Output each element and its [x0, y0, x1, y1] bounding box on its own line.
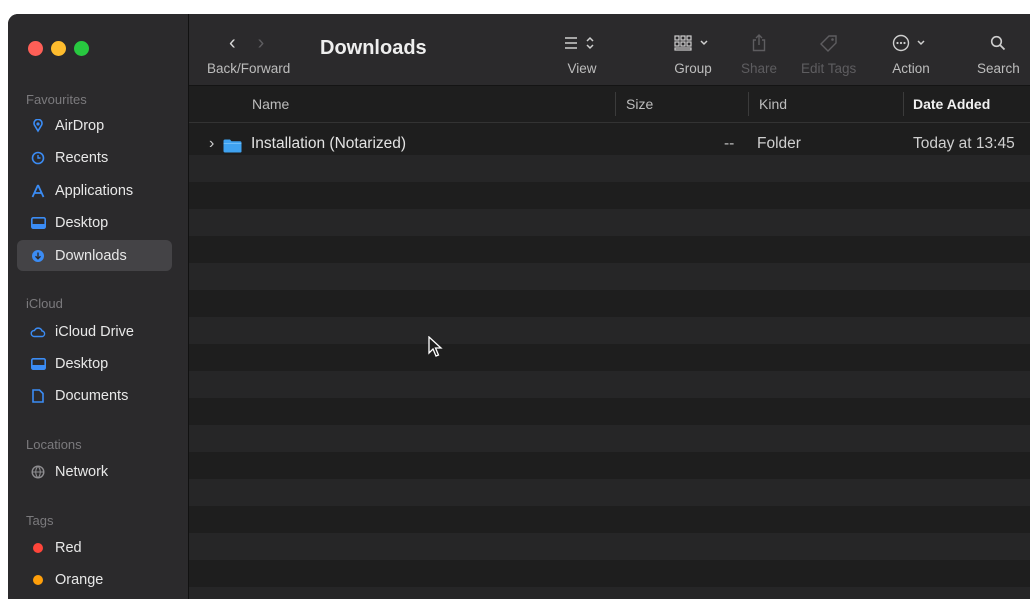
minimize-button[interactable] [51, 41, 66, 56]
sidebar-item-label: Desktop [55, 214, 109, 231]
applications-icon [27, 184, 49, 198]
table-row[interactable]: › Installation (Notarized) -- Folder Tod… [189, 128, 1030, 160]
back-chevron-icon[interactable]: ‹ [229, 32, 236, 55]
close-button[interactable] [28, 41, 43, 56]
tag-icon [819, 28, 839, 58]
toolbar: ‹ › Back/Forward Downloads View Group Sh… [189, 14, 1030, 86]
section-icloud: iCloud [26, 296, 63, 311]
sidebar-item-airdrop[interactable]: AirDrop [17, 110, 172, 141]
list-view-icon [563, 28, 601, 58]
network-icon [27, 464, 49, 479]
sidebar-item-label: Recents [55, 149, 109, 166]
share-label: Share [741, 61, 778, 76]
sidebar-item-tag-orange[interactable]: Orange [17, 564, 172, 595]
sidebar-item-label: Documents [55, 387, 129, 404]
sidebar-item-label: Red [55, 539, 82, 556]
sidebar-item-label: iCloud Drive [55, 323, 134, 340]
sidebar-item-label: Applications [55, 182, 134, 199]
file-size: -- [724, 135, 735, 152]
group-button[interactable]: Group [673, 28, 713, 76]
disclosure-chevron-icon[interactable]: › [209, 135, 214, 153]
cloud-icon [27, 326, 49, 338]
file-date-added: Today at 13:45 [913, 135, 1015, 152]
sidebar-item-label: Desktop [55, 355, 109, 372]
download-icon [27, 249, 49, 263]
action-button[interactable]: Action [891, 28, 931, 76]
sidebar: Favourites AirDrop Recents Applications … [8, 14, 189, 599]
section-favourites: Favourites [26, 92, 87, 107]
column-separator[interactable] [748, 92, 749, 116]
action-label: Action [892, 61, 930, 76]
column-date-added[interactable]: Date Added [913, 86, 990, 122]
file-name: Installation (Notarized) [251, 135, 407, 152]
sidebar-item-recents[interactable]: Recents [17, 142, 172, 173]
sidebar-item-tag-red[interactable]: Red [17, 532, 172, 563]
document-icon [27, 388, 49, 403]
section-locations: Locations [26, 437, 82, 452]
list-stripe [189, 479, 1030, 506]
sidebar-item-network[interactable]: Network [17, 456, 172, 487]
sidebar-item-applications[interactable]: Applications [17, 175, 172, 206]
column-header: Name Size Kind Date Added [189, 86, 1030, 123]
group-grid-icon [673, 28, 713, 58]
search-label: Search [977, 61, 1020, 76]
desktop-icon [27, 357, 49, 370]
search-button[interactable]: Search [977, 28, 1020, 76]
list-stripe [189, 209, 1030, 236]
mouse-cursor-icon [428, 335, 444, 363]
column-size[interactable]: Size [626, 86, 653, 122]
group-label: Group [674, 61, 712, 76]
tag-orange-dot-icon [27, 574, 49, 585]
sidebar-item-desktop[interactable]: Desktop [17, 207, 172, 238]
list-stripe [189, 587, 1030, 599]
ellipsis-circle-icon [891, 28, 931, 58]
search-icon [990, 28, 1006, 58]
column-separator[interactable] [615, 92, 616, 116]
tag-red-dot-icon [27, 542, 49, 553]
back-forward-label: Back/Forward [207, 61, 291, 76]
clock-icon [27, 151, 49, 165]
list-stripe [189, 317, 1030, 344]
view-label: View [567, 61, 597, 76]
file-list[interactable]: › Installation (Notarized) -- Folder Tod… [189, 123, 1030, 599]
sidebar-item-icloud-desktop[interactable]: Desktop [17, 348, 172, 379]
column-name[interactable]: Name [252, 86, 289, 122]
sidebar-item-label: AirDrop [55, 117, 105, 134]
back-forward-control[interactable]: ‹ › Back/Forward [207, 28, 291, 77]
file-kind: Folder [757, 135, 801, 152]
window-title: Downloads [320, 37, 427, 59]
folder-icon [223, 139, 242, 153]
view-button[interactable]: View [563, 28, 601, 76]
sidebar-item-documents[interactable]: Documents [17, 380, 172, 411]
window-controls [28, 41, 89, 56]
share-button[interactable]: Share [741, 28, 777, 76]
forward-chevron-icon[interactable]: › [258, 32, 265, 55]
edit-tags-label: Edit Tags [801, 61, 857, 76]
desktop-icon [27, 216, 49, 229]
column-separator[interactable] [903, 92, 904, 116]
airdrop-icon [27, 118, 49, 133]
sidebar-item-label: Network [55, 463, 109, 480]
finder-window: Favourites AirDrop Recents Applications … [8, 14, 1030, 599]
column-kind[interactable]: Kind [759, 86, 787, 122]
sidebar-item-label: Downloads [55, 247, 127, 264]
section-tags: Tags [26, 513, 54, 528]
sidebar-item-label: Orange [55, 571, 104, 588]
list-stripe [189, 533, 1030, 560]
edit-tags-button[interactable]: Edit Tags [801, 28, 856, 76]
list-stripe [189, 263, 1030, 290]
sidebar-item-icloud-drive[interactable]: iCloud Drive [17, 316, 172, 347]
share-icon [752, 28, 766, 58]
zoom-button[interactable] [74, 41, 89, 56]
sidebar-item-downloads[interactable]: Downloads [17, 240, 172, 271]
list-stripe [189, 425, 1030, 452]
list-stripe [189, 371, 1030, 398]
